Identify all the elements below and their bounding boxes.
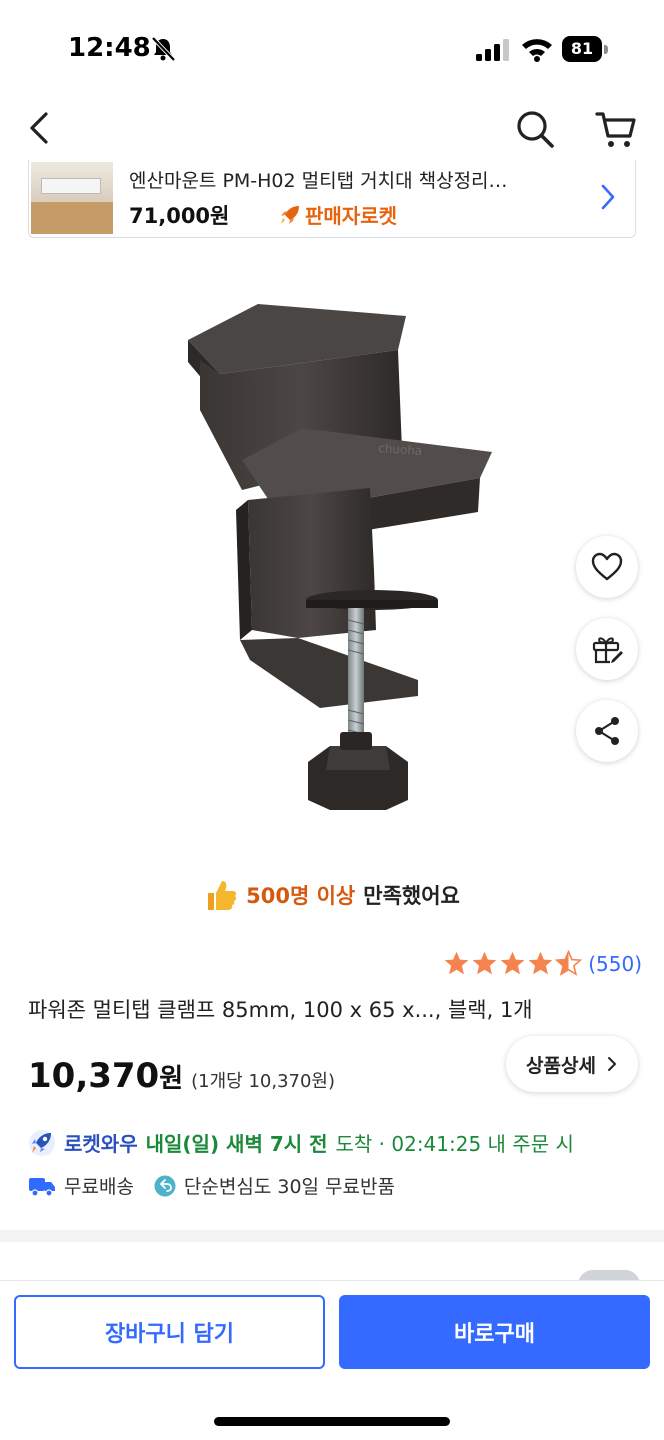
heart-icon: [591, 552, 623, 581]
add-to-cart-button[interactable]: 장바구니 담기: [14, 1295, 325, 1369]
cellular-signal-icon: [476, 39, 509, 61]
unit-price: (1개당 10,370원): [191, 1071, 336, 1092]
shipping-info: 무료배송 단순변심도 30일 무료반품: [28, 1172, 395, 1199]
status-time: 12:48: [68, 33, 151, 63]
status-bar: 12:48 81: [0, 0, 664, 96]
delivery-date: 내일(일) 새벽 7시 전: [145, 1132, 328, 1156]
seller-rocket-label: 판매자로켓: [305, 204, 397, 228]
delivery-info: 로켓와우 내일(일) 새벽 7시 전 도착 · 02:41:25 내 주문 시: [28, 1128, 574, 1157]
rating-row[interactable]: (550): [443, 950, 642, 977]
truck-icon: [29, 1177, 55, 1197]
rocket-wow-label: 로켓와우: [64, 1132, 138, 1156]
free-return-label: 단순변심도 30일 무료반품: [183, 1176, 395, 1198]
thumbs-up-icon: [208, 881, 237, 910]
home-indicator[interactable]: [214, 1417, 450, 1426]
price-currency: 원: [159, 1064, 184, 1094]
thumbnail-desk: [31, 202, 113, 234]
share-icon: [595, 717, 619, 745]
star-full-icon: [444, 951, 469, 975]
product-image-gallery[interactable]: chuoha 상품상세: [0, 250, 664, 1092]
back-arrow-icon[interactable]: [22, 110, 58, 146]
rocket-wow-icon: [29, 1129, 55, 1156]
related-product-thumbnail: [31, 162, 113, 234]
star-half-icon: [555, 950, 583, 976]
gift-button[interactable]: [576, 618, 638, 680]
sale-price: 10,370: [28, 1056, 160, 1096]
free-shipping-label: 무료배송: [64, 1176, 134, 1198]
battery-indicator: 81: [562, 36, 608, 62]
satisfaction-text: 만족했어요: [363, 884, 460, 908]
product-detail-label: 상품상세: [526, 1054, 596, 1077]
bell-slash-icon: [151, 36, 176, 62]
product-detail-button[interactable]: 상품상세: [506, 1036, 638, 1092]
product-title: 파워존 멀티탭 클램프 85mm, 100 x 65 x..., 블랙, 1개: [28, 998, 533, 1022]
wishlist-button[interactable]: [576, 536, 638, 598]
search-icon[interactable]: [514, 108, 556, 150]
star-full-icon: [500, 951, 525, 975]
related-product-price: 71,000원: [129, 204, 230, 228]
chevron-right-icon: [601, 184, 615, 210]
star-rating: [443, 950, 583, 977]
cart-icon[interactable]: [594, 108, 638, 150]
share-button[interactable]: [576, 700, 638, 762]
delivery-arrival-note: 도착 · 02:41:25 내 주문 시: [335, 1132, 574, 1156]
satisfaction-banner: 500명 이상 만족했어요: [0, 872, 664, 918]
review-count[interactable]: (550): [588, 952, 642, 976]
chevron-right-icon: [607, 1057, 616, 1071]
price-amount-group: 10,370원: [28, 1056, 183, 1096]
satisfaction-highlight: 500명 이상: [246, 884, 356, 908]
battery-tip: [604, 45, 608, 54]
price-row: 10,370원 (1개당 10,370원): [28, 1056, 335, 1096]
wifi-icon: [522, 39, 552, 62]
bottom-action-bar: 장바구니 담기 바로구매: [0, 1280, 664, 1440]
seller-rocket-badge: 판매자로켓: [279, 200, 397, 229]
return-icon: [154, 1175, 176, 1196]
related-product-title: 엔산마운트 PM-H02 멀티탭 거치대 책상정리…: [129, 170, 508, 192]
star-full-icon: [528, 951, 553, 975]
battery-level: 81: [562, 36, 602, 62]
product-image: chuoha: [188, 304, 492, 810]
thumbnail-detail: [41, 178, 101, 194]
related-product-card[interactable]: 엔산마운트 PM-H02 멀티탭 거치대 책상정리… 71,000원 판매자로켓: [28, 160, 636, 238]
gift-icon: [592, 637, 623, 664]
star-full-icon: [472, 951, 497, 975]
section-divider: [0, 1230, 664, 1242]
rocket-icon: [281, 205, 299, 224]
top-nav-bar: [0, 96, 664, 162]
buy-now-button[interactable]: 바로구매: [339, 1295, 650, 1369]
